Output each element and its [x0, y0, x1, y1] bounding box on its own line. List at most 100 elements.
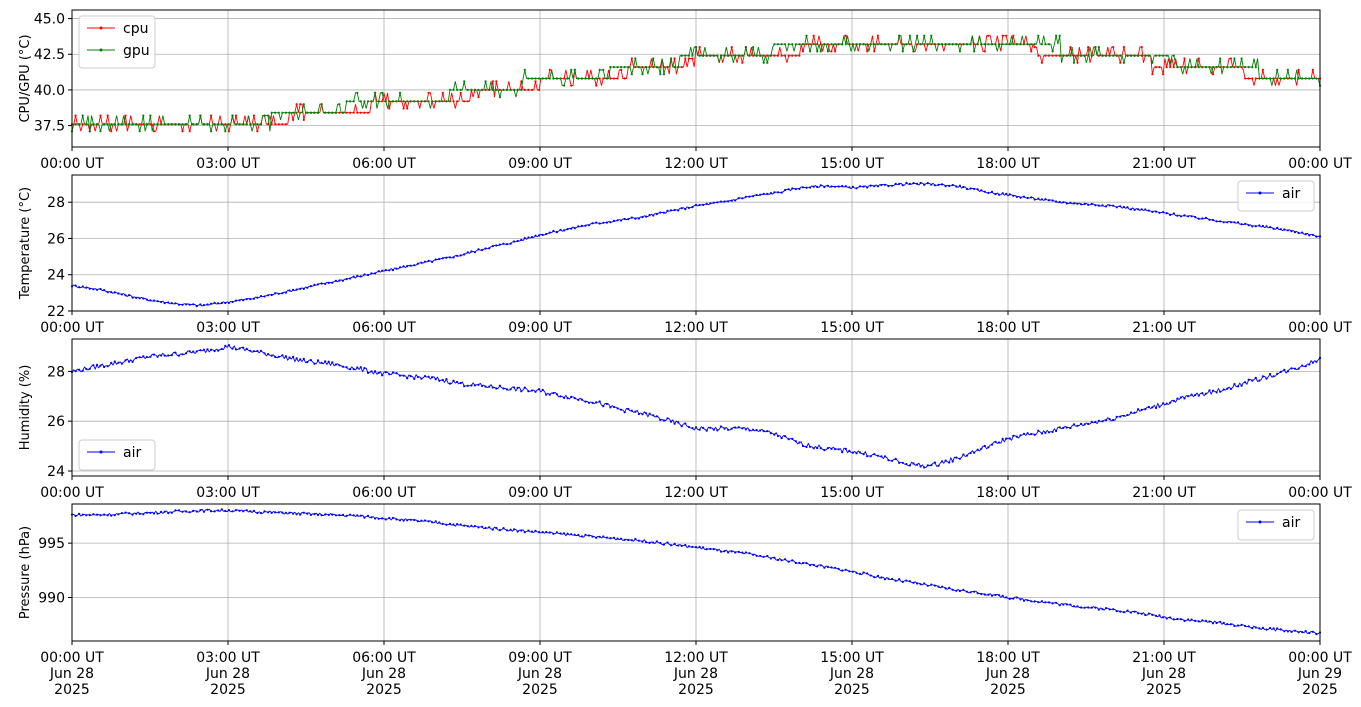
data-point [85, 286, 88, 289]
data-point [431, 260, 434, 263]
data-point [441, 378, 444, 382]
data-point [345, 366, 348, 369]
chart-panel-2: 2224262800:00 UT 03:00 UT 06:00 UT 09:00 UT… [18, 174, 1352, 336]
data-point [473, 251, 476, 254]
data-point [623, 538, 626, 541]
data-point [316, 359, 320, 362]
data-point [755, 54, 758, 57]
data-point [812, 447, 815, 450]
data-point [730, 199, 733, 202]
data-point [327, 111, 330, 114]
data-point [381, 374, 384, 377]
data-point [299, 287, 302, 290]
data-point [509, 528, 512, 531]
data-point [256, 296, 259, 299]
data-point [1108, 608, 1111, 611]
data-point [769, 192, 773, 195]
data-point [1215, 621, 1218, 625]
data-point [274, 292, 277, 295]
data-point [994, 43, 997, 46]
data-point [762, 192, 765, 195]
data-point [1047, 43, 1051, 46]
data-point [1165, 54, 1168, 57]
data-point [862, 453, 865, 456]
data-point [138, 297, 141, 300]
data-point [409, 264, 412, 267]
data-point [220, 301, 223, 305]
data-point [994, 440, 997, 443]
data-point [684, 208, 687, 211]
data-point [730, 46, 733, 49]
data-point [1026, 599, 1029, 602]
data-point [1244, 77, 1247, 80]
data-point [876, 34, 880, 37]
data-point [366, 514, 370, 518]
data-point [438, 100, 441, 103]
data-point [270, 293, 273, 297]
data-point [748, 552, 751, 555]
data-point [983, 444, 986, 448]
data-point [990, 190, 994, 193]
data-point [1129, 411, 1133, 414]
x-tick-label: 00:00 UT [1288, 156, 1352, 172]
data-point [994, 193, 997, 196]
data-point [545, 232, 548, 236]
data-point [438, 379, 441, 382]
data-point [1119, 54, 1122, 57]
data-point [776, 558, 780, 562]
data-point [1226, 66, 1229, 69]
data-point [570, 68, 573, 71]
data-point [234, 509, 238, 512]
data-point [766, 192, 769, 195]
data-point [573, 397, 576, 400]
data-point [1022, 599, 1026, 602]
data-point [1229, 221, 1232, 224]
data-point [356, 366, 359, 369]
data-point [470, 524, 473, 527]
data-point [908, 34, 912, 37]
data-point [227, 301, 230, 304]
x-tick-label: 18:00 UT [976, 320, 1040, 336]
x-tick-label: 06:00 UT [352, 156, 416, 172]
data-point [1094, 606, 1097, 609]
data-point [1051, 602, 1054, 605]
x-tick-label: 00:00 UT [40, 485, 104, 501]
data-point [752, 195, 755, 198]
data-point [431, 100, 434, 103]
data-point [195, 350, 198, 353]
data-point [766, 54, 769, 57]
data-point [723, 54, 726, 57]
data-point [516, 530, 519, 533]
data-point [698, 545, 701, 549]
data-point [887, 43, 890, 46]
data-point [224, 301, 227, 305]
data-point [958, 589, 962, 593]
data-point [826, 50, 830, 53]
data-point [128, 512, 131, 515]
data-point [288, 111, 291, 114]
data-point [234, 299, 238, 302]
data-point [1008, 193, 1011, 196]
data-point [1204, 619, 1207, 623]
data-point [231, 347, 234, 350]
data-point [566, 532, 569, 535]
data-point [1037, 429, 1040, 432]
x-tick-label-line: 03:00 UT [196, 650, 260, 666]
data-point [1001, 437, 1004, 440]
data-point [309, 359, 312, 362]
data-point [769, 432, 773, 435]
data-point [256, 511, 259, 515]
data-point [359, 275, 362, 278]
data-point [744, 551, 748, 554]
data-point [1072, 423, 1076, 426]
data-point [784, 558, 787, 561]
data-point [1165, 402, 1168, 405]
data-point [1040, 61, 1043, 64]
data-point [998, 43, 1001, 46]
data-point [841, 569, 844, 572]
data-point [538, 234, 541, 237]
data-point [1226, 623, 1229, 626]
data-point [609, 77, 612, 80]
data-point [331, 361, 334, 364]
data-point [1151, 73, 1154, 76]
